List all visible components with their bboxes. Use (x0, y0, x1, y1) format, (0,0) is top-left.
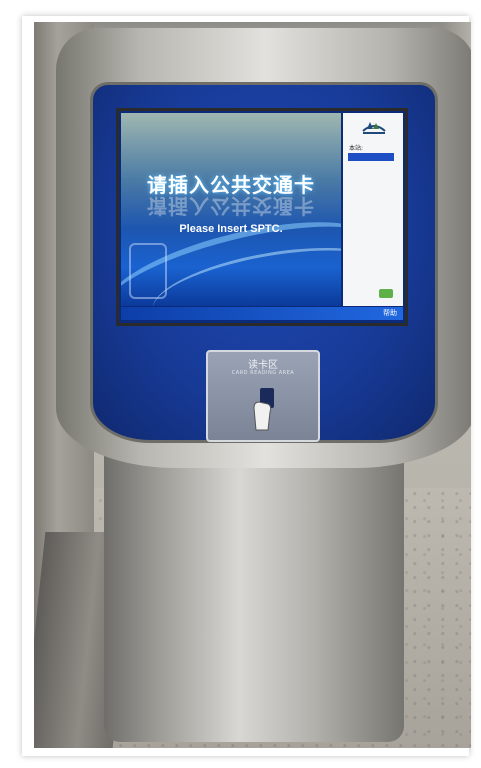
kiosk-body (104, 452, 404, 742)
device-graphic (129, 243, 167, 299)
card-reading-area[interactable]: 读卡区 CARD READING AREA (206, 350, 320, 442)
hand-card-icon (253, 388, 274, 431)
insert-card-title-en: Please Insert SPTC. (179, 223, 283, 235)
station-value (348, 153, 394, 161)
screen-bottom-bar: 帮助 (121, 307, 403, 320)
logo-icon (362, 122, 386, 134)
help-label[interactable]: 帮助 (383, 308, 397, 318)
insert-card-title-reflection: 请插入公共交通卡 (147, 194, 315, 218)
card-area-title: 读卡区 (248, 360, 278, 371)
kiosk-screen[interactable]: 请插入公共交通卡 请插入公共交通卡 Please Insert SPTC. 本站… (116, 108, 408, 326)
station-label: 本站: (349, 145, 364, 152)
card-area-subtitle: CARD READING AREA (231, 370, 295, 376)
help-button-icon[interactable] (379, 289, 393, 298)
kiosk-photo: 请插入公共交通卡 请插入公共交通卡 Please Insert SPTC. 本站… (34, 22, 471, 748)
screen-side-panel: 本站: (343, 113, 403, 306)
screen-main-area: 请插入公共交通卡 请插入公共交通卡 Please Insert SPTC. (121, 113, 341, 306)
